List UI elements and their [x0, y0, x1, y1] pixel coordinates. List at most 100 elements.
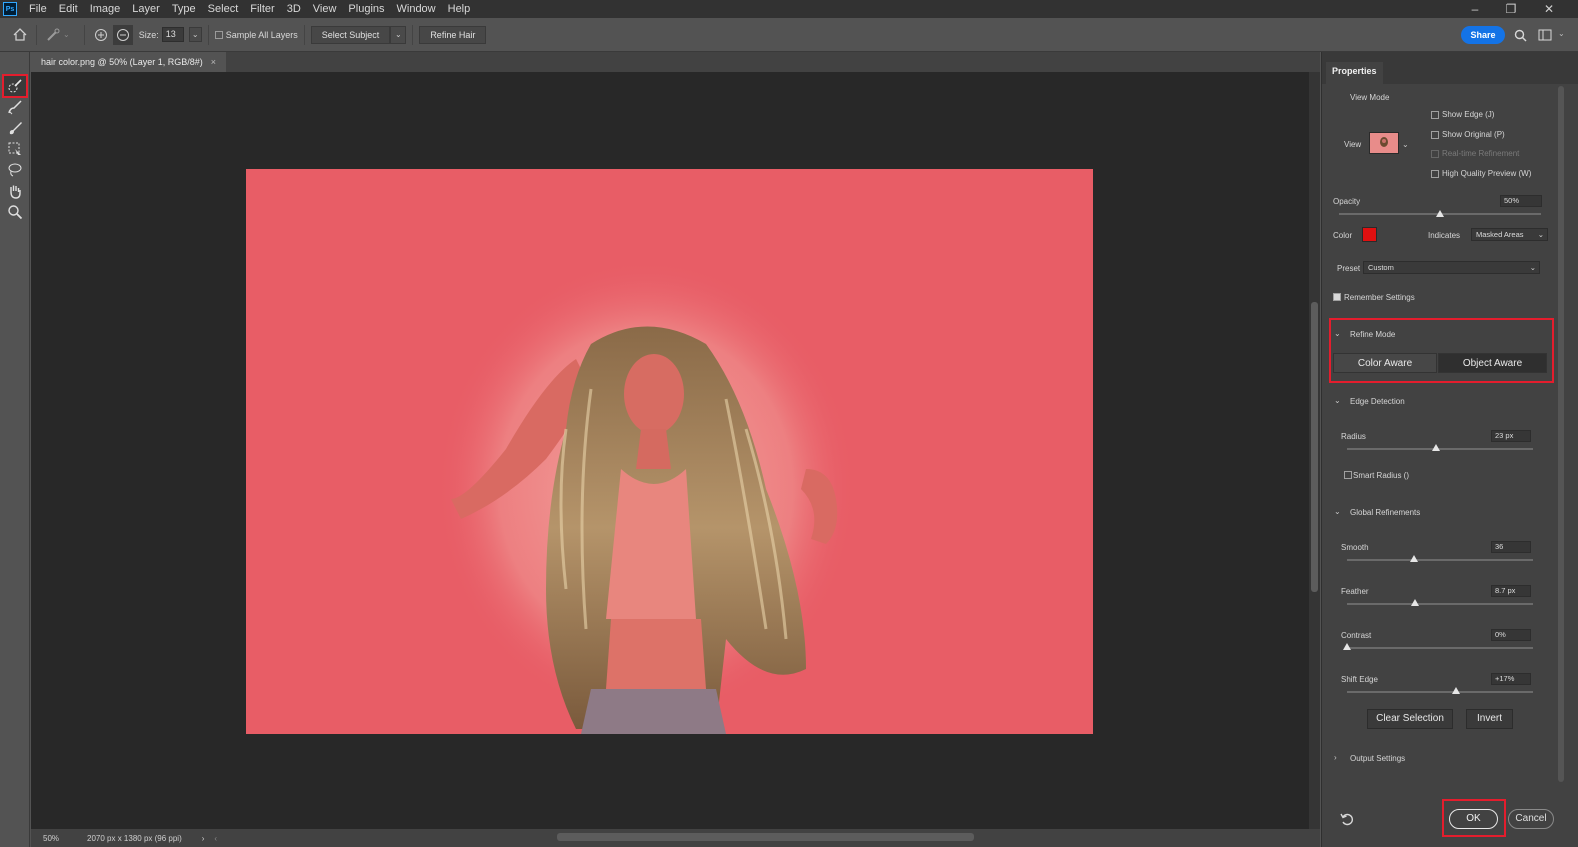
refine-mode-collapse-icon[interactable]: ⌄: [1334, 329, 1341, 338]
properties-tab[interactable]: Properties: [1326, 62, 1383, 84]
menu-window[interactable]: Window: [391, 0, 442, 18]
lasso-tool-icon[interactable]: [4, 160, 26, 180]
ok-button[interactable]: OK: [1449, 809, 1498, 829]
scroll-left-icon[interactable]: ‹: [214, 834, 217, 843]
brush-tool-icon[interactable]: [4, 118, 26, 138]
horizontal-scroll-thumb[interactable]: [557, 833, 974, 841]
smooth-input[interactable]: 36: [1491, 541, 1531, 553]
options-bar: ⌄ Size: 13 ⌄ Sample All Layers Select Su…: [0, 18, 1578, 52]
subtract-from-selection-icon[interactable]: [112, 24, 133, 45]
opacity-slider-thumb[interactable]: [1436, 210, 1444, 217]
preset-caret-icon[interactable]: ⌄: [63, 30, 70, 39]
separator: [412, 24, 414, 45]
zoom-tool-icon[interactable]: [4, 202, 26, 222]
reset-icon[interactable]: [1340, 812, 1354, 826]
size-dropdown-icon[interactable]: ⌄: [188, 27, 202, 42]
separator: [83, 24, 85, 45]
radius-input[interactable]: 23 px: [1491, 430, 1531, 442]
show-edge-checkbox[interactable]: [1431, 111, 1439, 119]
workspace-caret-icon[interactable]: ⌄: [1558, 29, 1565, 38]
minimize-icon[interactable]: –: [1460, 0, 1490, 18]
menu-plugins[interactable]: Plugins: [342, 0, 390, 18]
contrast-slider-thumb[interactable]: [1343, 643, 1351, 650]
feather-slider-track[interactable]: [1347, 603, 1533, 605]
output-settings-header[interactable]: Output Settings: [1350, 754, 1405, 763]
menu-type[interactable]: Type: [166, 0, 202, 18]
status-expand-icon[interactable]: ›: [202, 834, 205, 843]
document-dimensions: 2070 px x 1380 px (96 ppi): [87, 833, 182, 843]
smart-radius-checkbox[interactable]: [1344, 471, 1352, 479]
sample-all-layers-label: Sample All Layers: [225, 29, 298, 40]
menu-help[interactable]: Help: [442, 0, 477, 18]
indicates-select[interactable]: Masked Areas ⌄: [1471, 228, 1548, 241]
document-tab[interactable]: hair color.png @ 50% (Layer 1, RGB/8#) ×: [31, 52, 226, 72]
invert-button[interactable]: Invert: [1466, 709, 1513, 729]
view-mode-dropdown-icon[interactable]: ⌄: [1402, 140, 1409, 149]
overlay-color-swatch[interactable]: [1362, 227, 1377, 242]
share-button[interactable]: Share: [1461, 26, 1505, 44]
menu-filter[interactable]: Filter: [244, 0, 280, 18]
refine-hair-button[interactable]: Refine Hair: [419, 25, 487, 44]
smooth-label: Smooth: [1341, 543, 1369, 552]
home-icon[interactable]: [10, 25, 30, 45]
shift-edge-slider-thumb[interactable]: [1452, 687, 1460, 694]
global-refinements-collapse-icon[interactable]: ⌄: [1334, 507, 1341, 516]
opacity-input[interactable]: 50%: [1500, 195, 1542, 207]
smooth-slider-track[interactable]: [1347, 559, 1533, 561]
feather-slider-thumb[interactable]: [1411, 599, 1419, 606]
preset-caret-icon: ⌄: [1529, 263, 1536, 272]
shift-edge-input[interactable]: +17%: [1491, 673, 1531, 685]
shift-edge-slider-track[interactable]: [1347, 691, 1533, 693]
refine-brush-preset-icon[interactable]: [43, 25, 63, 45]
menu-3d[interactable]: 3D: [281, 0, 307, 18]
select-subject-dropdown-icon[interactable]: ⌄: [390, 25, 407, 44]
remember-settings-checkbox[interactable]: [1333, 293, 1341, 301]
color-aware-button[interactable]: Color Aware: [1333, 353, 1437, 373]
radius-slider-thumb[interactable]: [1432, 444, 1440, 451]
restore-icon[interactable]: ❐: [1496, 0, 1526, 18]
radius-slider-track[interactable]: [1347, 448, 1533, 450]
menu-bar: Ps File Edit Image Layer Type Select Fil…: [0, 0, 1578, 18]
menu-edit[interactable]: Edit: [53, 0, 84, 18]
show-original-checkbox[interactable]: [1431, 131, 1439, 139]
zoom-level[interactable]: 50%: [43, 834, 59, 843]
properties-scrollbar[interactable]: [1558, 86, 1564, 782]
hand-tool-icon[interactable]: [4, 181, 26, 201]
menu-select[interactable]: Select: [202, 0, 245, 18]
sample-all-layers-checkbox[interactable]: [214, 30, 223, 39]
high-quality-preview-checkbox[interactable]: [1431, 170, 1439, 178]
object-selection-tool-icon[interactable]: [4, 139, 26, 159]
contrast-slider-track[interactable]: [1347, 647, 1533, 649]
contrast-input[interactable]: 0%: [1491, 629, 1531, 641]
refine-edge-brush-icon[interactable]: [4, 97, 26, 117]
close-window-icon[interactable]: ✕: [1534, 0, 1564, 18]
view-mode-thumbnail[interactable]: [1369, 132, 1399, 154]
workspace-icon[interactable]: [1535, 25, 1555, 45]
quick-selection-tool-icon[interactable]: [2, 74, 28, 98]
output-settings-expand-icon[interactable]: ›: [1334, 753, 1337, 762]
refine-mode-header: Refine Mode: [1350, 330, 1396, 339]
document-image[interactable]: [246, 169, 1093, 734]
tools-panel: [0, 52, 30, 847]
add-to-selection-icon[interactable]: [91, 25, 111, 45]
view-label: View: [1344, 140, 1362, 149]
clear-selection-button[interactable]: Clear Selection: [1367, 709, 1453, 729]
menu-layer[interactable]: Layer: [126, 0, 166, 18]
menu-view[interactable]: View: [307, 0, 343, 18]
feather-input[interactable]: 8.7 px: [1491, 585, 1531, 597]
vertical-scroll-thumb[interactable]: [1311, 302, 1318, 592]
canvas-vertical-scrollbar[interactable]: [1309, 72, 1320, 829]
menu-image[interactable]: Image: [84, 0, 127, 18]
preset-select[interactable]: Custom ⌄: [1363, 261, 1540, 274]
close-tab-icon[interactable]: ×: [211, 52, 216, 72]
search-icon[interactable]: [1510, 25, 1530, 45]
smooth-slider-thumb[interactable]: [1410, 555, 1418, 562]
object-aware-button[interactable]: Object Aware: [1438, 353, 1547, 373]
select-subject-button[interactable]: Select Subject: [310, 25, 391, 44]
edge-detection-header: Edge Detection: [1350, 397, 1405, 406]
canvas-area[interactable]: [31, 72, 1309, 829]
brush-size-input[interactable]: 13: [161, 27, 184, 42]
cancel-button[interactable]: Cancel: [1508, 809, 1554, 829]
edge-detection-collapse-icon[interactable]: ⌄: [1334, 396, 1341, 405]
menu-file[interactable]: File: [23, 0, 53, 18]
